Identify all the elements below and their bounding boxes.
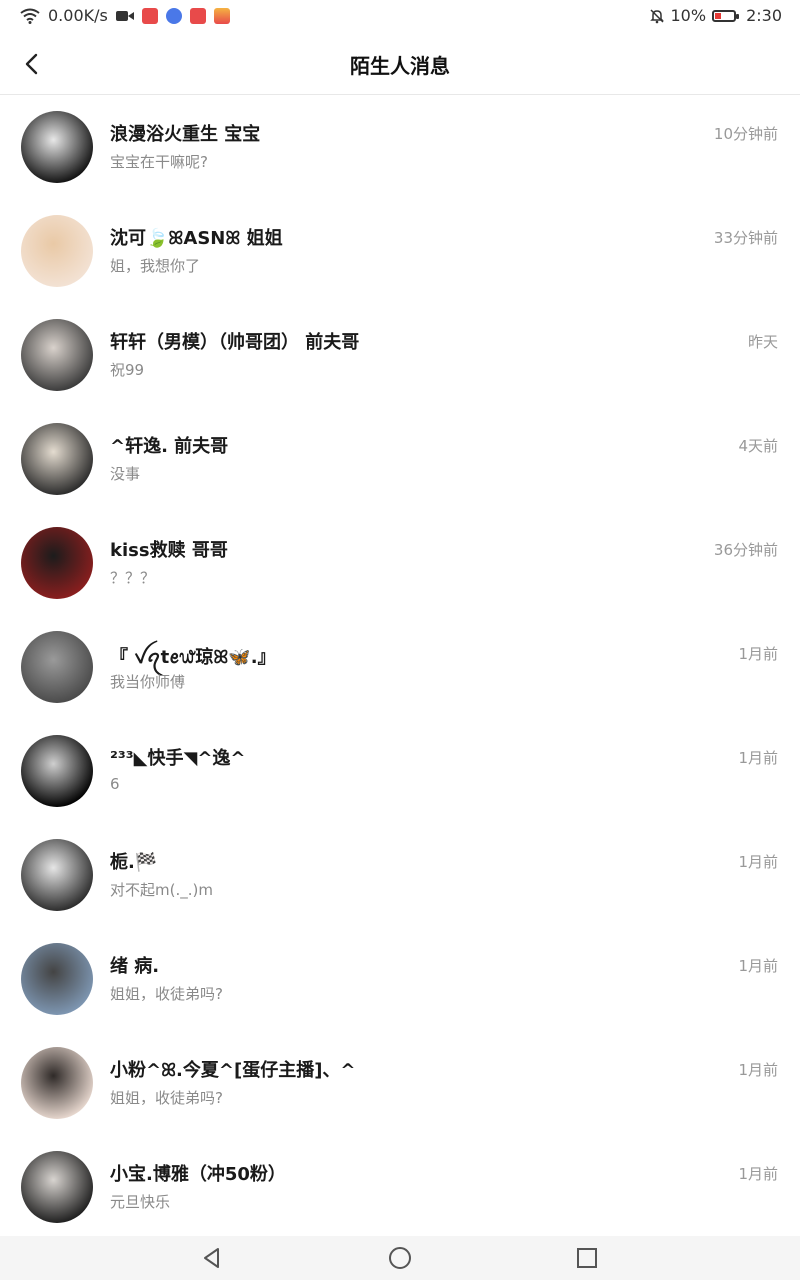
conversation-row[interactable]: 小粉^ꕤ.今夏^[蛋仔主播]、^ 姐姐，收徒弟吗? 1月前 xyxy=(0,1032,800,1136)
last-message: 姐，我想你了 xyxy=(110,257,201,275)
message-time: 1月前 xyxy=(738,1061,778,1079)
square-recents-icon xyxy=(577,1248,597,1268)
last-message: 祝99 xyxy=(110,361,145,379)
nav-recents-button[interactable] xyxy=(575,1246,599,1270)
contact-name: 浪漫浴火重生 宝宝 xyxy=(110,124,261,145)
avatar[interactable] xyxy=(21,839,93,911)
page-header: 陌生人消息 xyxy=(0,34,800,95)
app-badge-icon xyxy=(141,7,158,24)
conversation-row[interactable]: 浪漫浴火重生 宝宝 宝宝在干嘛呢? 10分钟前 xyxy=(0,96,800,200)
last-message: ？？？ xyxy=(110,569,156,587)
video-icon xyxy=(115,10,134,21)
message-time: 33分钟前 xyxy=(713,229,778,247)
status-bar-right: 10% 2:30 xyxy=(649,6,782,25)
avatar[interactable] xyxy=(21,319,93,391)
conversation-row[interactable]: ²³³◣快手◥^逸^ 6 1月前 xyxy=(0,720,800,824)
conversation-row[interactable]: 栀.🏁 对不起m(._.)m 1月前 xyxy=(0,824,800,928)
conversation-list[interactable]: 浪漫浴火重生 宝宝 宝宝在干嘛呢? 10分钟前沈可🍃ꕤASNꕤ 姐姐 姐，我想你了 33… xyxy=(0,96,800,1240)
avatar[interactable] xyxy=(21,1047,93,1119)
last-message: 我当你师傅 xyxy=(110,673,186,691)
avatar[interactable] xyxy=(21,215,93,287)
clock: 2:30 xyxy=(746,6,782,25)
status-bar-left: 0.00K/s xyxy=(20,6,230,25)
status-bar: 0.00K/s 10% 2:30 xyxy=(0,0,800,34)
last-message: 没事 xyxy=(110,465,141,483)
message-time: 1月前 xyxy=(738,645,778,663)
battery-percent: 10% xyxy=(670,6,707,25)
last-message: 姐姐，收徒弟吗? xyxy=(110,1089,223,1107)
message-time: 1月前 xyxy=(738,1165,778,1183)
conversation-row[interactable]: 小宝.博雅（冲50粉） 元旦快乐 1月前 xyxy=(0,1136,800,1240)
nav-home-button[interactable] xyxy=(388,1246,412,1270)
nav-back-button[interactable] xyxy=(200,1246,224,1270)
message-time: 1月前 xyxy=(738,749,778,767)
message-time: 1月前 xyxy=(738,957,778,975)
music-icon xyxy=(165,7,182,24)
mute-bell-icon xyxy=(649,8,664,23)
avatar[interactable] xyxy=(21,631,93,703)
avatar[interactable] xyxy=(21,423,93,495)
contact-name: kiss救赎 哥哥 xyxy=(110,540,228,561)
conversation-row[interactable]: ^轩逸. 前夫哥 没事 4天前 xyxy=(0,408,800,512)
last-message: 6 xyxy=(110,775,120,793)
page-title: 陌生人消息 xyxy=(350,54,450,78)
conversation-row[interactable]: 『 ꪜꪖtꫀ᭙琼ꕤ🦋.』 我当你师傅 1月前 xyxy=(0,616,800,720)
contact-name: 栀.🏁 xyxy=(110,852,158,873)
circle-home-icon xyxy=(389,1247,411,1269)
contact-name: ²³³◣快手◥^逸^ xyxy=(110,748,246,769)
conversation-row[interactable]: 绪 病. 姐姐，收徒弟吗? 1月前 xyxy=(0,928,800,1032)
last-message: 姐姐，收徒弟吗? xyxy=(110,985,223,1003)
app-badge-icon xyxy=(213,7,230,24)
contact-name: 小粉^ꕤ.今夏^[蛋仔主播]、^ xyxy=(110,1060,356,1081)
triangle-back-icon xyxy=(204,1248,219,1268)
app-badge-icon xyxy=(189,7,206,24)
net-speed: 0.00K/s xyxy=(48,6,108,25)
last-message: 元旦快乐 xyxy=(110,1193,171,1211)
avatar[interactable] xyxy=(21,735,93,807)
system-nav-bar xyxy=(0,1236,800,1280)
contact-name: 绪 病. xyxy=(110,956,160,977)
avatar[interactable] xyxy=(21,1151,93,1223)
conversation-row[interactable]: kiss救赎 哥哥 ？？？ 36分钟前 xyxy=(0,512,800,616)
message-time: 36分钟前 xyxy=(713,541,778,559)
wifi-icon xyxy=(20,8,40,24)
contact-name: 小宝.博雅（冲50粉） xyxy=(110,1164,286,1185)
message-time: 4天前 xyxy=(738,437,778,455)
message-time: 1月前 xyxy=(738,853,778,871)
contact-name: 沈可🍃ꕤASNꕤ 姐姐 xyxy=(110,228,283,249)
contact-name: ^轩逸. 前夫哥 xyxy=(110,436,229,457)
avatar[interactable] xyxy=(21,943,93,1015)
message-time: 昨天 xyxy=(747,333,778,351)
contact-name: 轩轩（男模）（帅哥团） 前夫哥 xyxy=(110,332,360,353)
avatar[interactable] xyxy=(21,111,93,183)
conversation-row[interactable]: 轩轩（男模）（帅哥团） 前夫哥 祝99 昨天 xyxy=(0,304,800,408)
battery-icon xyxy=(712,9,740,22)
last-message: 对不起m(._.)m xyxy=(110,881,213,899)
last-message: 宝宝在干嘛呢? xyxy=(110,153,208,171)
conversation-row[interactable]: 沈可🍃ꕤASNꕤ 姐姐 姐，我想你了 33分钟前 xyxy=(0,200,800,304)
message-time: 10分钟前 xyxy=(713,125,778,143)
avatar[interactable] xyxy=(21,527,93,599)
